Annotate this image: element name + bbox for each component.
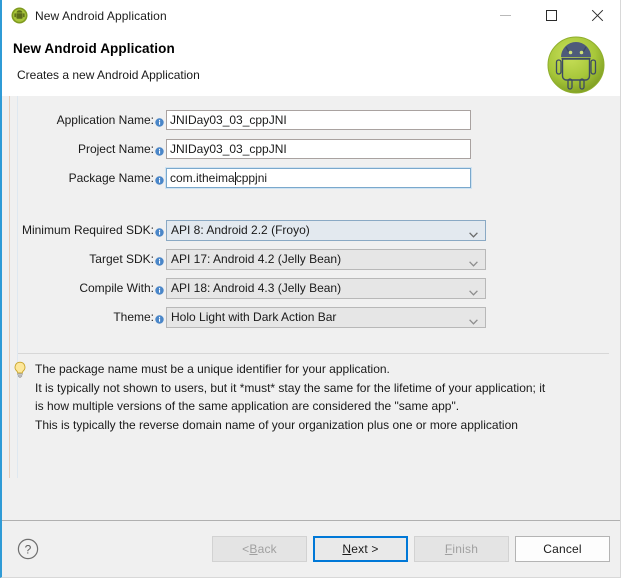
field-row-compile-with: Compile With: API 18: Android 4.3 (Jelly… [2,277,620,299]
chevron-down-icon [469,285,478,296]
maximize-button[interactable] [528,0,574,31]
field-row-project-name: Project Name: JNIDay03_03_cppJNI [2,138,620,160]
target-sdk-select[interactable]: API 17: Android 4.2 (Jelly Bean) [166,248,486,270]
info-icon[interactable] [155,174,164,185]
lightbulb-icon [12,361,28,379]
field-row-minimum-required-sdk: Minimum Required SDK: API 8: Android 2.2… [2,219,620,241]
field-row-target-sdk: Target SDK: API 17: Android 4.2 (Jelly B… [2,248,620,270]
page-title: New Android Application [13,41,175,56]
hint-separator [18,353,609,354]
page-subtitle: Creates a new Android Application [17,68,200,82]
package-name-label: Package Name: [68,171,154,185]
next-button-label-post: ext > [351,542,379,556]
window-controls [482,0,620,31]
theme-value: Holo Light with Dark Action Bar [171,310,337,324]
close-icon [590,9,604,23]
application-name-label: Application Name: [56,113,154,127]
android-icon [11,7,28,24]
help-icon[interactable]: ? [17,538,39,560]
project-name-value: JNIDay03_03_cppJNI [170,142,287,156]
window-title: New Android Application [35,8,167,23]
finish-button-mnemonic: F [444,542,453,556]
info-icon[interactable] [155,284,164,295]
application-name-input[interactable]: JNIDay03_03_cppJNI [166,110,471,130]
hint-text: The package name must be a unique identi… [35,362,546,432]
package-name-value-after-caret: cppjni [235,171,268,185]
title-bar: New Android Application [2,0,620,31]
compile-with-label: Compile With: [79,281,154,295]
minimum-required-sdk-value: API 8: Android 2.2 (Froyo) [171,223,310,237]
wizard-content: Application Name: JNIDay03_03_cppJNI Pro… [2,96,620,577]
minimum-required-sdk-select[interactable]: API 8: Android 2.2 (Froyo) [166,219,486,241]
compile-with-value: API 18: Android 4.3 (Jelly Bean) [171,281,342,295]
project-name-label: Project Name: [77,142,154,156]
back-button-mnemonic: B [249,542,258,556]
back-button[interactable]: < Back [212,536,307,562]
hint-panel: The package name must be a unique identi… [12,360,610,434]
info-icon[interactable] [155,116,164,127]
info-icon[interactable] [155,145,164,156]
chevron-down-icon [469,256,478,267]
package-name-input[interactable]: com.itheima cppjni [166,168,471,188]
cancel-button-label: Cancel [543,542,582,556]
back-button-label-post: ack [257,542,277,556]
target-sdk-value: API 17: Android 4.2 (Jelly Bean) [171,252,342,266]
next-button[interactable]: Next > [313,536,408,562]
finish-button[interactable]: Finish [414,536,509,562]
info-icon[interactable] [155,255,164,266]
minimize-button[interactable] [482,0,528,31]
field-row-package-name: Package Name: com.itheima cppjni [2,167,620,189]
svg-text:?: ? [25,542,32,556]
android-robot-logo [546,35,606,95]
maximize-icon [545,10,557,21]
next-button-mnemonic: N [342,542,352,556]
compile-with-select[interactable]: API 18: Android 4.3 (Jelly Bean) [166,277,486,299]
info-icon[interactable] [155,313,164,324]
info-icon[interactable] [155,226,164,237]
footer-buttons: < Back Next > Finish Cancel [212,536,610,562]
close-button[interactable] [574,0,620,31]
application-name-value: JNIDay03_03_cppJNI [170,113,287,127]
dialog-footer: ? < Back Next > Finish Cancel [2,521,620,577]
wizard-header: New Android Application Creates a new An… [2,31,620,97]
field-row-theme: Theme: Holo Light with Dark Action Bar [2,306,620,328]
finish-button-label-post: inish [452,542,479,556]
minimize-icon [499,15,511,16]
chevron-down-icon [469,314,478,325]
back-button-label-pre: < [242,542,250,556]
project-name-input[interactable]: JNIDay03_03_cppJNI [166,139,471,159]
minimum-required-sdk-label: Minimum Required SDK: [21,223,154,237]
chevron-down-icon [469,227,478,238]
cancel-button[interactable]: Cancel [515,536,610,562]
package-name-value-before-caret: com.itheima [170,171,235,185]
field-row-application-name: Application Name: JNIDay03_03_cppJNI [2,109,620,131]
new-android-application-dialog: New Android Application New Android Appl… [0,0,621,578]
target-sdk-label: Target SDK: [89,252,154,266]
theme-label: Theme: [113,310,154,324]
theme-select[interactable]: Holo Light with Dark Action Bar [166,306,486,328]
